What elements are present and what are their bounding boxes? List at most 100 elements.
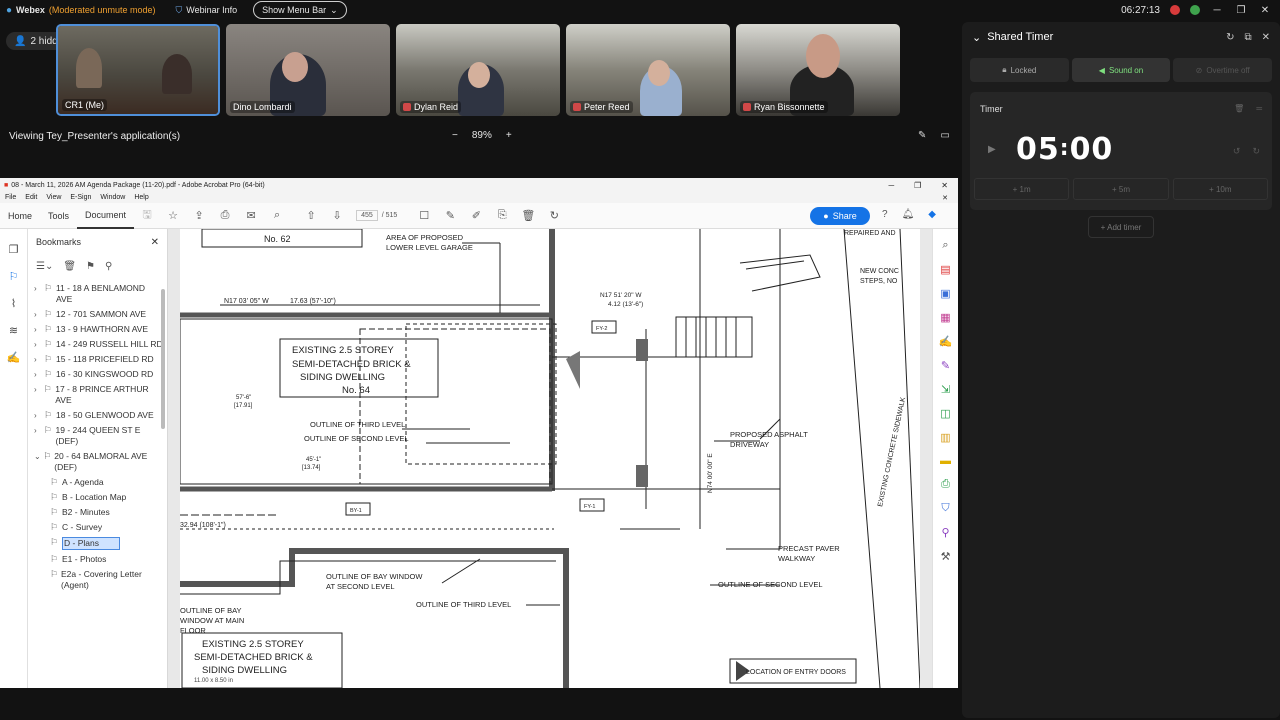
bookmark-item[interactable]: › ⚐ 15 - 118 PRICEFIELD RD (28, 352, 167, 367)
chevron-down-icon[interactable]: ⌄ (972, 31, 981, 44)
bookmark-item[interactable]: › ⚐ 16 - 30 KINGSWOOD RD (28, 367, 167, 382)
screen-icon[interactable]: ▭ (940, 130, 949, 141)
print-production-icon[interactable]: ⎙ (941, 478, 950, 491)
add-timer-button[interactable]: + Add timer (1088, 216, 1154, 238)
bell-icon[interactable]: 🔔︎ (902, 209, 915, 220)
bookmark-item[interactable]: ⚐ B2 - Minutes (28, 505, 167, 520)
close-icon[interactable]: ✕ (1262, 32, 1270, 43)
new-bookmark-icon[interactable]: ⚑ (86, 261, 95, 272)
minimize-icon[interactable]: ─ (888, 181, 894, 190)
reset-icon[interactable]: ↺ (1233, 146, 1241, 157)
menu-icon[interactable]: ═ (1256, 104, 1262, 113)
menu-view[interactable]: View (46, 194, 61, 201)
bookmark-item[interactable]: ⌄ ⚐ 20 - 64 BALMORAL AVE (DEF) (28, 449, 167, 475)
bookmark-item[interactable]: › ⚐ 14 - 249 RUSSELL HILL RD (28, 337, 167, 352)
cube-icon[interactable]: ◆ (928, 209, 936, 220)
comment-icon[interactable]: ▬ (940, 455, 951, 467)
protect-icon[interactable]: ⛉ (941, 502, 949, 515)
close-doc-icon[interactable]: ✕ (942, 194, 958, 202)
menu-edit[interactable]: Edit (25, 194, 37, 201)
rotate-icon[interactable]: ↻ (541, 209, 567, 222)
print-icon[interactable]: ⎙ (212, 209, 238, 222)
help-icon[interactable]: ? (882, 209, 888, 220)
upload-icon[interactable]: ⇪ (186, 209, 212, 222)
chevron-down-icon[interactable]: ⌄ (34, 451, 43, 462)
chevron-right-icon[interactable]: › (34, 354, 44, 365)
bookmarks-scrollbar[interactable] (161, 289, 165, 429)
bookmark-item[interactable]: ⚐ E2a - Covering Letter (Agent) (28, 567, 167, 593)
restart-icon[interactable]: ↻ (1252, 146, 1260, 157)
zoom-search-icon[interactable]: ⌕ (264, 209, 290, 222)
bookmark-item[interactable]: ⚐ C - Survey (28, 520, 167, 535)
close-icon[interactable]: ✕ (941, 181, 948, 190)
restore-icon[interactable]: ❐ (1234, 5, 1248, 16)
minimize-icon[interactable]: ─ (1210, 5, 1224, 16)
delete-icon[interactable]: 🗑︎ (1234, 104, 1244, 113)
menu-help[interactable]: Help (134, 194, 148, 201)
stamp-icon[interactable]: ⎘ (489, 209, 515, 222)
page-down-icon[interactable]: ⇩ (324, 209, 350, 222)
restore-icon[interactable]: ❐ (914, 181, 921, 190)
zoom-icon[interactable]: ⌕ (942, 239, 948, 252)
bookmark-item[interactable]: ⚐ A - Agenda (28, 475, 167, 490)
attachment-icon[interactable]: ⌇ (11, 297, 16, 310)
bookmark-item[interactable]: ⚐ B - Location Map (28, 490, 167, 505)
bookmark-item[interactable]: › ⚐ 17 - 8 PRINCE ARTHUR AVE (28, 382, 167, 408)
chevron-right-icon[interactable]: › (34, 339, 44, 350)
draw-icon[interactable]: ✐ (463, 209, 489, 222)
export-icon[interactable]: ⇲ (941, 383, 950, 396)
add-5m-button[interactable]: + 5m (1073, 178, 1169, 200)
sound-toggle[interactable]: ◀ Sound on (1071, 58, 1171, 82)
chevron-right-icon[interactable]: › (34, 425, 44, 436)
show-menu-bar-button[interactable]: Show Menu Bar ⌄ (253, 1, 347, 19)
page-up-icon[interactable]: ⇧ (298, 209, 324, 222)
popout-icon[interactable]: ⧉ (1244, 32, 1251, 43)
menu-window[interactable]: Window (100, 194, 125, 201)
add-10m-button[interactable]: + 10m (1172, 178, 1268, 200)
combine-icon[interactable]: ▣ (940, 287, 950, 300)
chevron-right-icon[interactable]: › (34, 384, 44, 395)
webex-app-title[interactable]: ● Webex (Moderated unmute mode) (6, 5, 155, 16)
compare-icon[interactable]: ◫ (940, 407, 950, 420)
email-icon[interactable]: ✉ (238, 209, 264, 222)
recording-icon[interactable] (1170, 5, 1180, 15)
delete-icon[interactable]: 🗑︎ (63, 261, 76, 272)
refresh-icon[interactable]: ↻ (1226, 32, 1234, 43)
create-pdf-icon[interactable]: ▤ (940, 263, 950, 276)
pages-icon[interactable]: ❐ (9, 243, 19, 256)
stamp-icon[interactable]: ⚲ (941, 526, 949, 539)
layers-icon[interactable]: ≋ (9, 324, 18, 337)
bookmark-item[interactable]: › ⚐ 12 - 701 SAMMON AVE (28, 307, 167, 322)
edit-pdf-icon[interactable]: ✎ (941, 359, 950, 372)
overtime-toggle[interactable]: ⊘ Overtime off (1173, 58, 1273, 82)
zoom-in-button[interactable]: + (506, 130, 512, 141)
share-button[interactable]: ● Share (810, 207, 870, 225)
chevron-right-icon[interactable]: › (34, 369, 44, 380)
tab-home[interactable]: Home (0, 203, 40, 229)
bookmark-icon[interactable]: ⚐ (9, 270, 19, 283)
star-icon[interactable]: ☆ (160, 209, 186, 222)
search-bookmark-icon[interactable]: ⚲ (105, 261, 112, 272)
chevron-right-icon[interactable]: › (34, 410, 44, 421)
participant-tile-dylan[interactable]: Dylan Reid (396, 24, 560, 116)
comment-icon[interactable]: ☐ (411, 209, 437, 222)
bookmark-item[interactable]: › ⚐ 18 - 50 GLENWOOD AVE (28, 408, 167, 423)
menu-esign[interactable]: E-Sign (70, 194, 91, 201)
tab-tools[interactable]: Tools (40, 203, 77, 229)
participant-tile-peter[interactable]: Peter Reed (566, 24, 730, 116)
locked-toggle[interactable]: 🔒︎ Locked (970, 58, 1069, 82)
webinar-info-button[interactable]: ⛉ Webinar Info (175, 5, 237, 16)
annotate-icon[interactable]: ✎ (918, 130, 926, 141)
bookmark-item[interactable]: › ⚐ 19 - 244 QUEEN ST E (DEF) (28, 423, 167, 449)
highlight-icon[interactable]: ✎ (437, 209, 463, 222)
tab-document[interactable]: Document (77, 203, 135, 229)
options-icon[interactable]: ☰⌄ (36, 261, 53, 272)
add-1m-button[interactable]: + 1m (974, 178, 1070, 200)
delete-icon[interactable]: 🗑︎ (515, 209, 541, 222)
bookmark-item[interactable]: ⚐ D - Plans (28, 535, 167, 552)
bookmark-item[interactable]: ⚐ E1 - Photos (28, 552, 167, 567)
tools-icon[interactable]: ⚒ (941, 550, 951, 563)
chevron-right-icon[interactable]: › (34, 324, 44, 335)
bookmark-item[interactable]: › ⚐ 11 - 18 A BENLAMOND AVE (28, 281, 167, 307)
fill-sign-icon[interactable]: ✍ (939, 335, 953, 348)
